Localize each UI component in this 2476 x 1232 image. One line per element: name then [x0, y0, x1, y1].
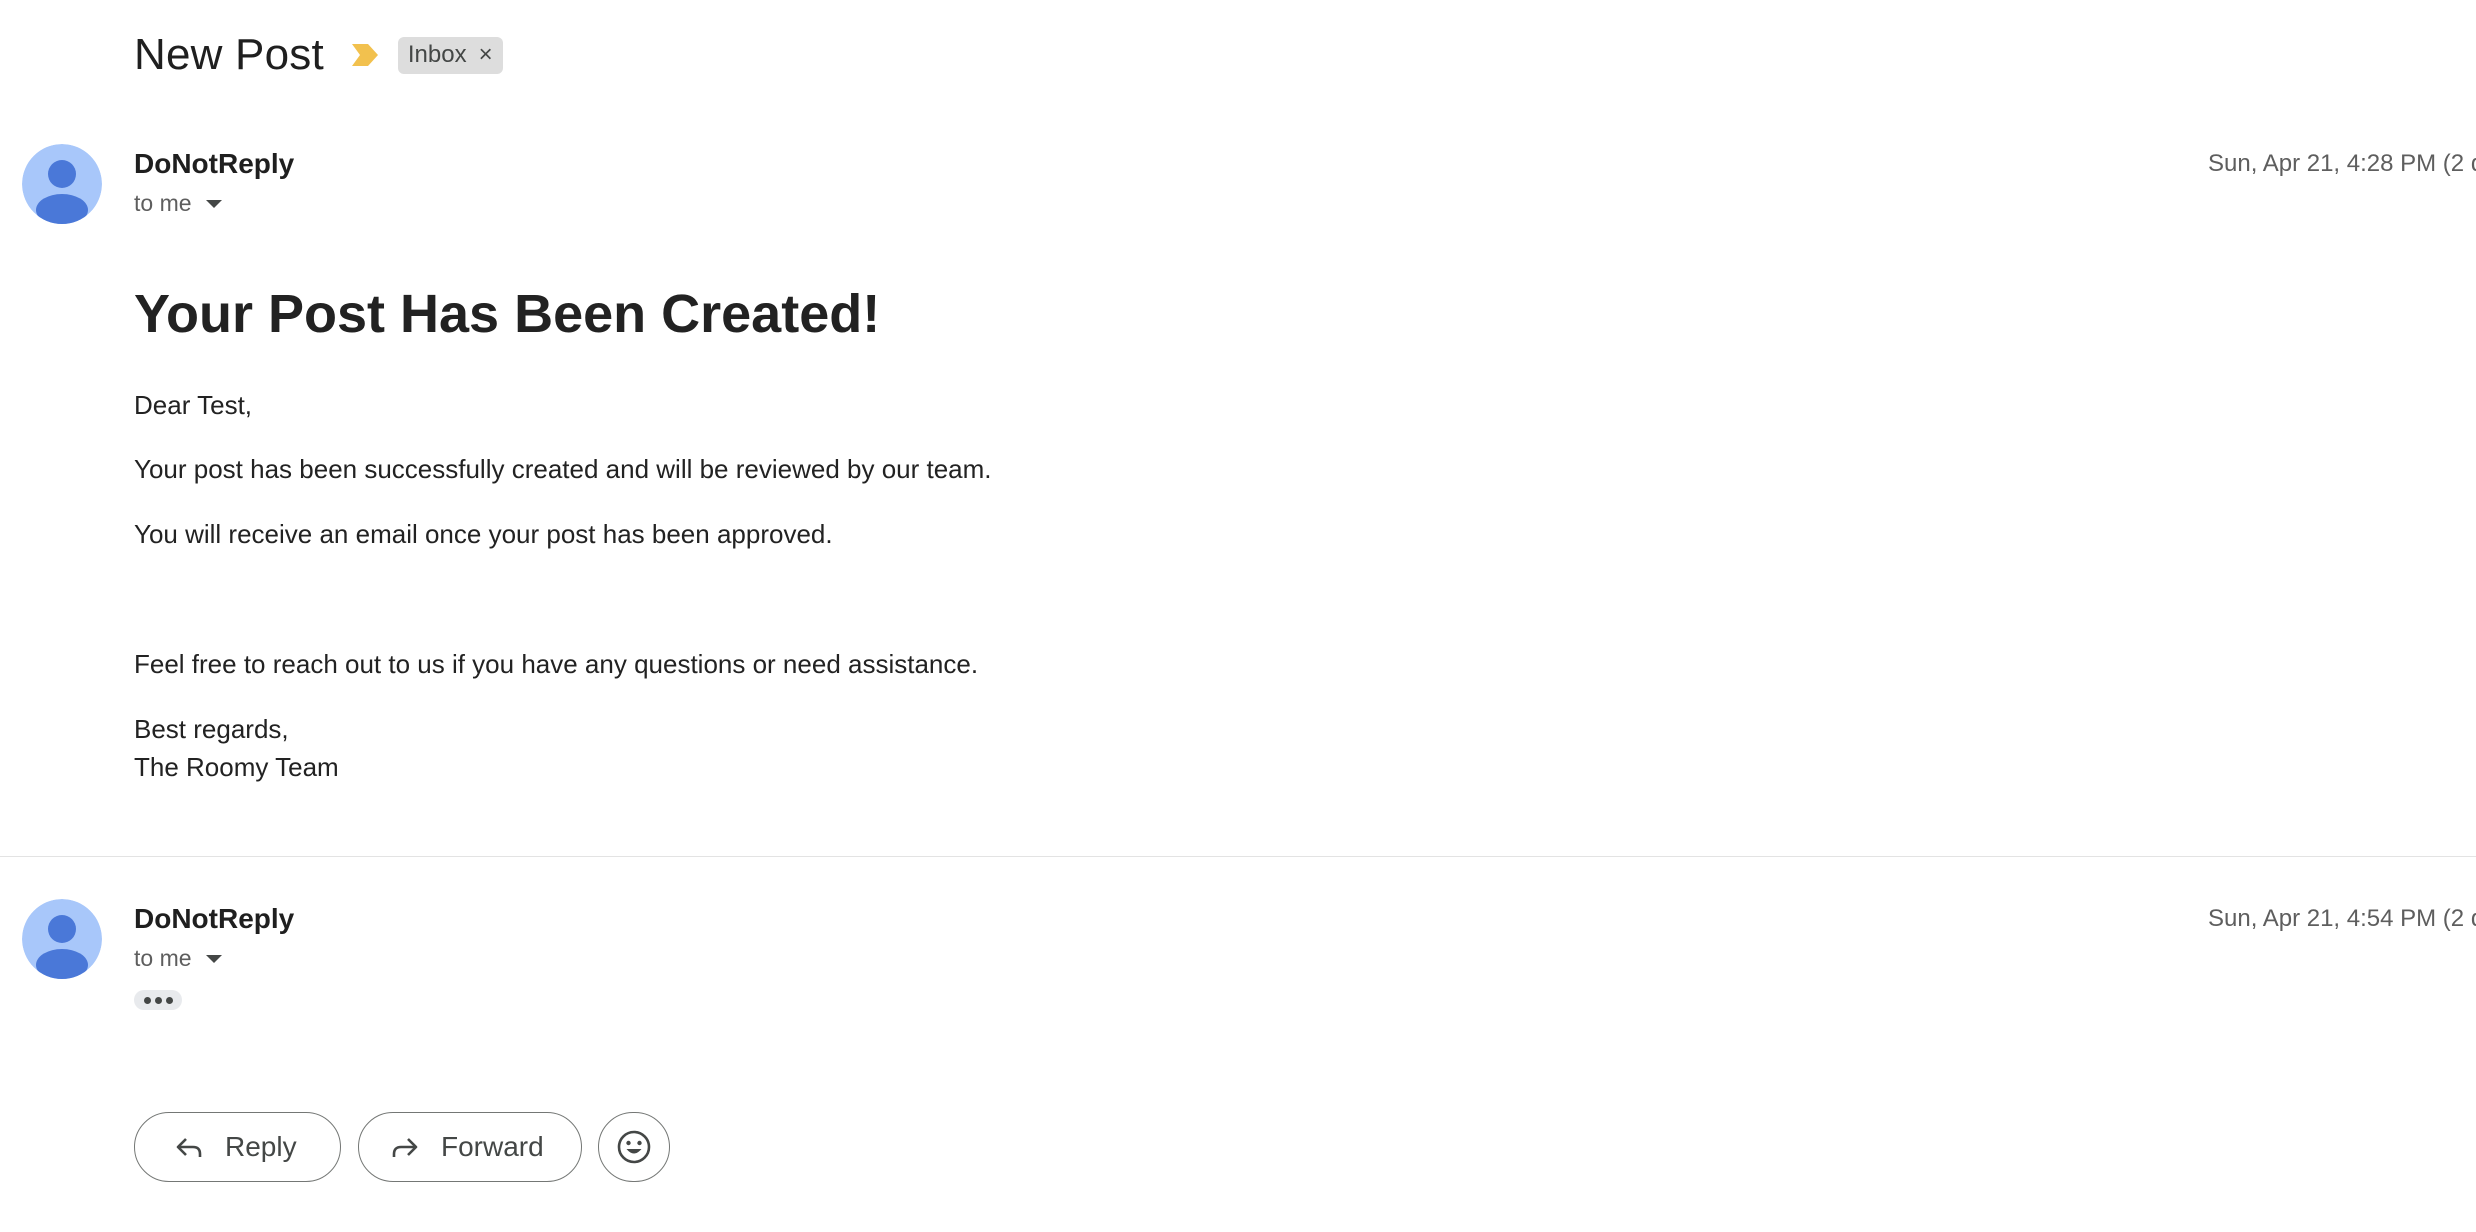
email-signoff: Best regards, — [134, 714, 289, 744]
thread-header: New Post Inbox × — [134, 30, 503, 80]
email-paragraph: Feel free to reach out to us if you have… — [134, 649, 979, 679]
message-date: Sun, Apr 21, 4:54 PM (2 da — [2208, 905, 2476, 932]
emoji-reaction-button[interactable] — [598, 1112, 670, 1182]
person-icon — [22, 899, 102, 979]
email-paragraph: You will receive an email once your post… — [134, 519, 833, 549]
reply-button[interactable]: Reply — [134, 1112, 341, 1182]
forward-button[interactable]: Forward — [358, 1112, 582, 1182]
forward-label: Forward — [441, 1131, 544, 1162]
show-trimmed-content-button[interactable] — [134, 990, 182, 1010]
remove-label-button[interactable]: × — [479, 41, 493, 69]
recipient-details-toggle[interactable]: to me — [134, 190, 222, 217]
label-chip-text: Inbox — [407, 40, 467, 68]
sender-avatar[interactable] — [22, 899, 102, 979]
email-signature: The Roomy Team — [134, 752, 339, 782]
email-greeting: Dear Test, — [134, 390, 253, 420]
sender-name[interactable]: DoNotReply — [134, 148, 294, 180]
recipient-text: to me — [134, 190, 192, 216]
reply-label: Reply — [225, 1131, 297, 1162]
message-divider — [0, 856, 2476, 857]
importance-marker-icon[interactable] — [351, 44, 378, 66]
person-icon — [22, 144, 102, 224]
smiley-icon — [617, 1130, 651, 1164]
ellipsis-dot — [165, 996, 173, 1004]
reply-arrow-icon — [176, 1138, 202, 1157]
label-chip-inbox: Inbox × — [397, 36, 503, 74]
caret-down-icon — [205, 199, 222, 208]
message-date: Sun, Apr 21, 4:28 PM (2 da — [2208, 150, 2476, 177]
sender-avatar[interactable] — [22, 144, 102, 224]
ellipsis-dot — [154, 996, 162, 1004]
recipient-details-toggle[interactable]: to me — [134, 945, 222, 972]
forward-arrow-icon — [392, 1138, 418, 1157]
email-paragraph: Your post has been successfully created … — [134, 454, 992, 484]
email-heading: Your Post Has Been Created! — [134, 284, 881, 344]
thread-subject: New Post — [134, 30, 324, 79]
message-body: Your Post Has Been Created! Dear Test, Y… — [134, 282, 2034, 782]
ellipsis-icon — [143, 996, 151, 1004]
recipient-text: to me — [134, 945, 192, 971]
sender-name[interactable]: DoNotReply — [134, 903, 294, 935]
caret-down-icon — [205, 954, 222, 963]
